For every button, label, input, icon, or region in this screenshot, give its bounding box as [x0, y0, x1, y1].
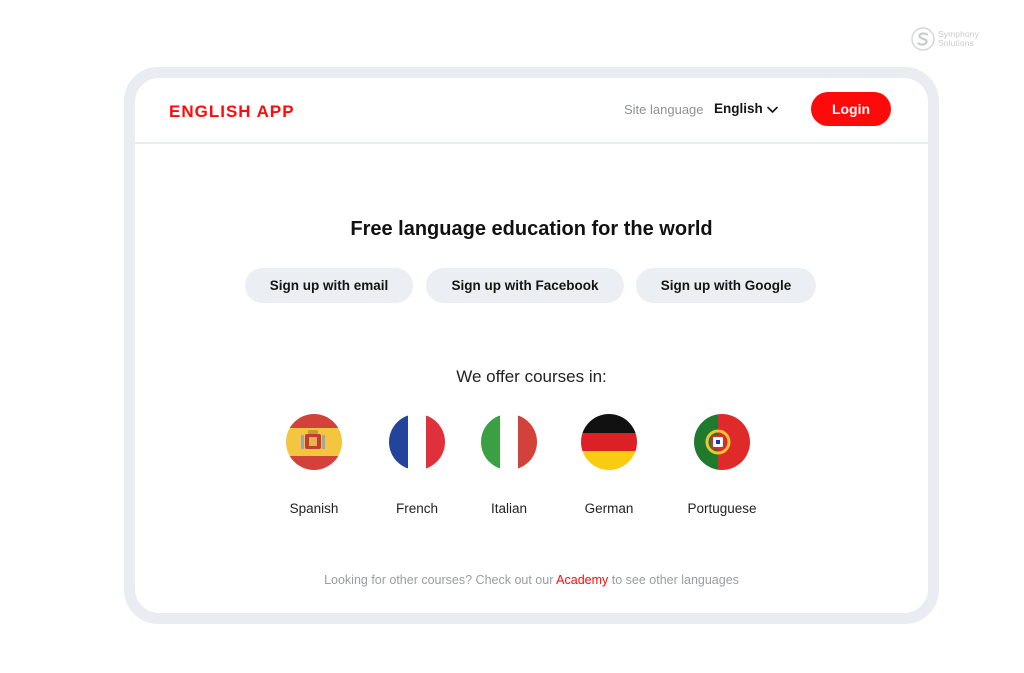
- spain-flag-icon: [286, 414, 342, 470]
- login-button[interactable]: Login: [811, 92, 891, 126]
- signup-google-button[interactable]: Sign up with Google: [636, 268, 816, 303]
- course-portuguese[interactable]: Portuguese: [667, 414, 777, 516]
- symphony-solutions-watermark: Symphony Solutions: [911, 26, 997, 52]
- page-headline: Free language education for the world: [350, 218, 713, 240]
- portugal-flag-icon: [694, 414, 750, 470]
- site-language-dropdown[interactable]: English: [714, 101, 778, 116]
- course-spanish[interactable]: Spanish: [259, 414, 369, 516]
- watermark-line-2: Solutions: [938, 38, 974, 48]
- course-label-spanish: Spanish: [289, 501, 339, 516]
- academy-link[interactable]: Academy: [556, 573, 608, 587]
- italy-flag-icon: [481, 414, 537, 470]
- symphony-logo-icon: [911, 27, 935, 51]
- signup-options: Sign up with email Sign up with Facebook…: [245, 268, 818, 303]
- other-courses-text-after: to see other languages: [608, 573, 739, 587]
- course-german[interactable]: German: [554, 414, 664, 516]
- signup-email-button[interactable]: Sign up with email: [245, 268, 413, 303]
- course-label-portuguese: Portuguese: [687, 501, 757, 516]
- signup-facebook-button[interactable]: Sign up with Facebook: [426, 268, 624, 303]
- other-courses-note: Looking for other courses? Check out our…: [135, 573, 928, 587]
- brand-logo[interactable]: ENGLISH APP: [169, 102, 295, 122]
- device-frame: ENGLISH APP Site language English Login …: [124, 67, 939, 624]
- chevron-down-icon: [766, 106, 778, 113]
- course-italian[interactable]: Italian: [454, 414, 564, 516]
- courses-heading: We offer courses in:: [456, 367, 607, 386]
- course-label-german: German: [584, 501, 634, 516]
- germany-flag-icon: [581, 414, 637, 470]
- course-label-italian: Italian: [490, 501, 528, 516]
- top-navigation-bar: ENGLISH APP Site language English Login: [135, 78, 928, 144]
- france-flag-icon: [389, 414, 445, 470]
- site-language-label: Site language: [624, 102, 704, 117]
- other-courses-text-before: Looking for other courses? Check out our: [324, 573, 557, 587]
- site-language-value: English: [714, 101, 763, 116]
- app-screen: ENGLISH APP Site language English Login …: [135, 78, 928, 613]
